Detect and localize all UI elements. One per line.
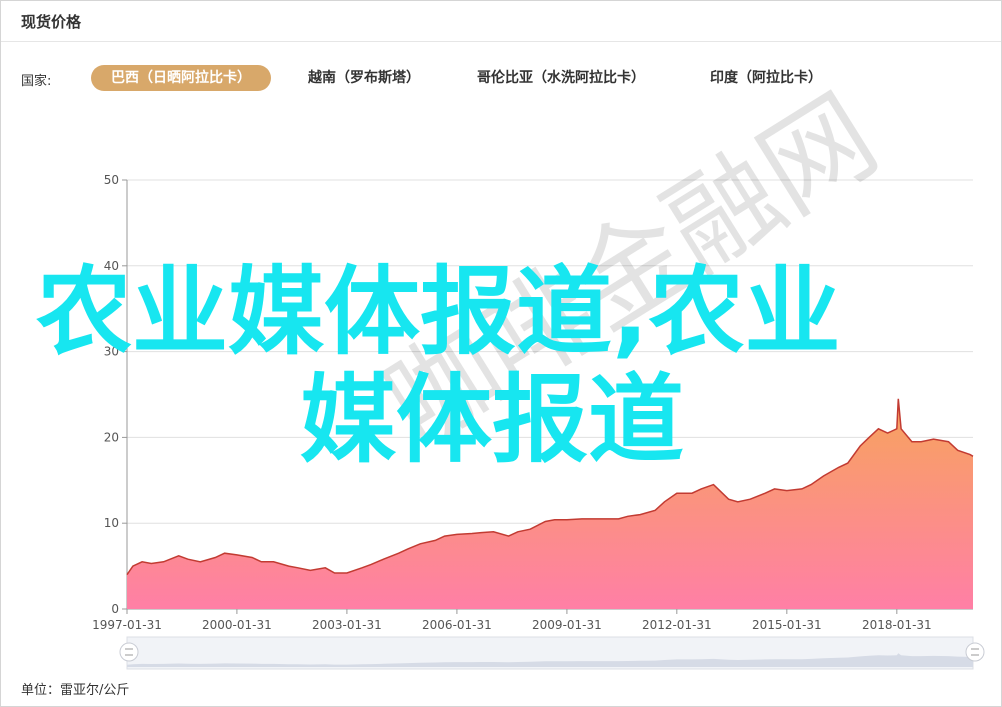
y-tick-label: 40	[104, 259, 119, 273]
y-axis-ticks: 0 10 20 30 40 50	[104, 173, 127, 616]
y-tick-label: 20	[104, 430, 119, 444]
price-chart: 0 10 20 30 40 50 1997-01-31 2000-01-31 2003-01-…	[92, 173, 985, 670]
y-tick-label: 50	[104, 173, 119, 187]
zoom-handle-right[interactable]	[965, 642, 985, 662]
x-tick-label: 2009-01-31	[532, 618, 602, 632]
x-tick-label: 2003-01-31	[312, 618, 382, 632]
y-tick-label: 10	[104, 516, 119, 530]
x-axis-ticks: 1997-01-31 2000-01-31 2003-01-31 2006-01-31…	[92, 609, 932, 632]
x-tick-label: 2006-01-31	[422, 618, 492, 632]
series-area	[127, 398, 973, 609]
zoom-handle-left[interactable]	[119, 642, 139, 662]
x-tick-label: 2015-01-31	[752, 618, 822, 632]
y-tick-label: 30	[104, 345, 119, 359]
x-tick-label: 2000-01-31	[202, 618, 272, 632]
y-tick-label: 0	[111, 602, 119, 616]
x-tick-label: 1997-01-31	[92, 618, 162, 632]
x-tick-label: 2018-01-31	[862, 618, 932, 632]
x-tick-label: 2012-01-31	[642, 618, 712, 632]
